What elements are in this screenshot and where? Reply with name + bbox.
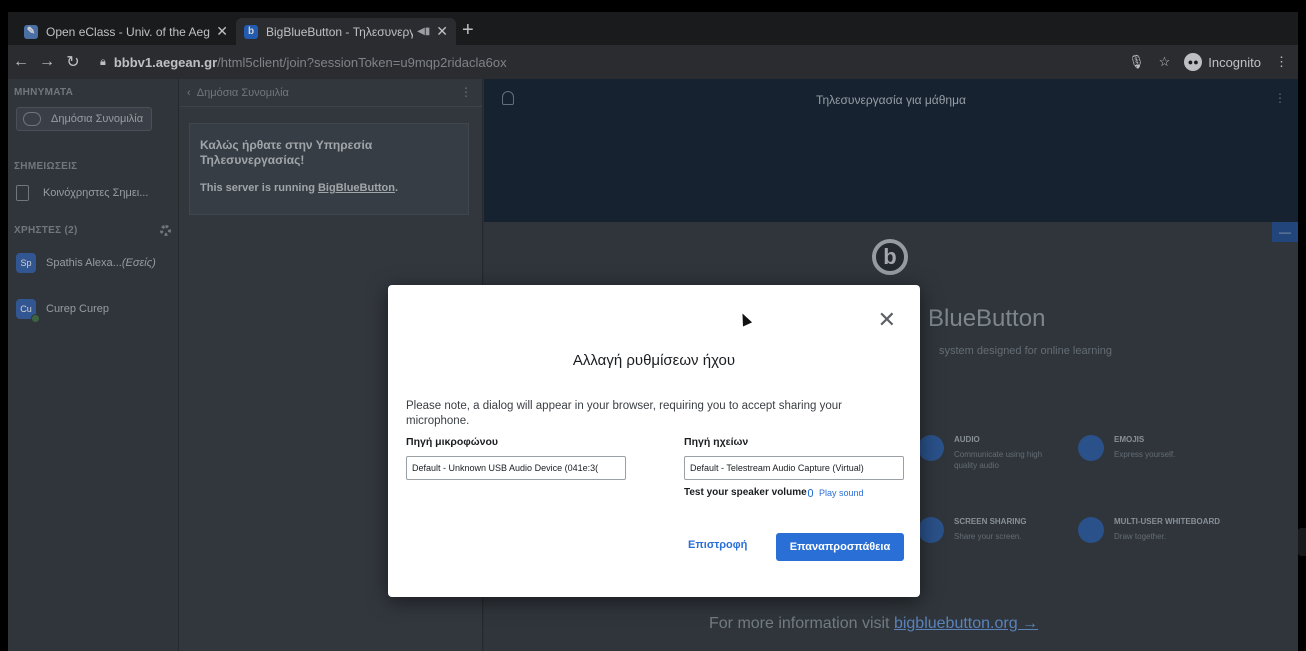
- mic-source-label: Πηγή μικροφώνου: [406, 436, 499, 448]
- permission-note: Please note, a dialog will appear in you…: [406, 400, 842, 427]
- play-sound-label: Play sound: [819, 488, 864, 498]
- mic-source-select[interactable]: Default - Unknown USB Audio Device (041e…: [406, 456, 626, 480]
- speaker-source-select[interactable]: Default - Telestream Audio Capture (Virt…: [684, 456, 904, 480]
- microphone-icon: [808, 489, 813, 497]
- back-button[interactable]: Επιστροφή: [688, 539, 747, 551]
- test-speaker-label: Test your speaker volume: [684, 487, 807, 498]
- screen: ✎ Open eClass - Univ. of the Aege ✕ b Bi…: [0, 0, 1306, 651]
- audio-settings-dialog: ✕ Αλλαγή ρυθμίσεων ήχου Please note, a d…: [388, 285, 920, 597]
- speaker-source-label: Πηγή ηχείων: [684, 436, 749, 448]
- close-icon[interactable]: ✕: [878, 309, 896, 331]
- dialog-title: Αλλαγή ρυθμίσεων ήχου: [572, 352, 736, 369]
- retry-button[interactable]: Επαναπροσπάθεια: [776, 533, 904, 561]
- play-sound-button[interactable]: Play sound: [808, 488, 864, 498]
